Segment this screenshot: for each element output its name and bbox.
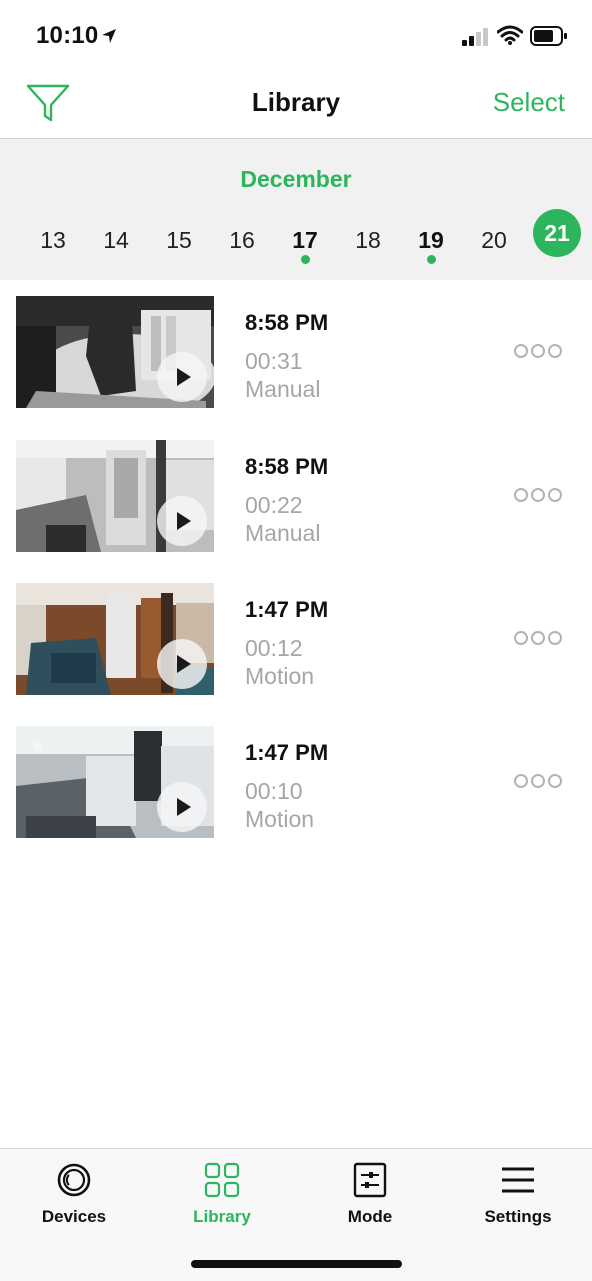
tab-devices[interactable]: Devices (0, 1149, 148, 1239)
clip-row[interactable]: 1:47 PM 00:12 Motion (0, 583, 592, 695)
status-bar: 10:10 (0, 0, 592, 72)
status-time: 10:10 (36, 22, 99, 49)
cellular-signal-icon (462, 28, 490, 51)
more-options-button[interactable] (514, 631, 564, 645)
play-icon (177, 798, 191, 816)
settings-menu-icon (499, 1161, 537, 1199)
tab-library[interactable]: Library (148, 1149, 296, 1239)
date-strip: December 13 14 15 16 17 18 19 20 21 (0, 139, 592, 280)
recording-indicator-dot (426, 255, 436, 264)
clip-duration: 00:10 (245, 778, 303, 804)
clip-row[interactable]: 8:58 PM 00:22 Manual (0, 440, 592, 552)
play-icon (177, 368, 191, 386)
clip-trigger-type: Motion (245, 663, 315, 689)
play-icon (177, 512, 191, 530)
devices-camera-icon (55, 1161, 93, 1199)
more-options-button[interactable] (514, 774, 564, 788)
clip-trigger-type: Motion (245, 806, 315, 832)
clip-thumbnail[interactable] (16, 583, 214, 695)
location-arrow-icon (100, 27, 118, 50)
clip-duration: 00:12 (245, 635, 303, 661)
clip-thumbnail[interactable] (16, 440, 214, 552)
day-18[interactable]: 18 (343, 215, 393, 265)
clip-time: 1:47 PM (245, 740, 329, 765)
play-button[interactable] (157, 782, 207, 832)
clip-duration: 00:31 (245, 348, 303, 374)
battery-icon (530, 26, 568, 51)
recording-indicator-dot (300, 255, 310, 264)
clip-row[interactable]: 1:47 PM 00:10 Motion (0, 726, 592, 838)
tab-devices-label: Devices (41, 1207, 107, 1226)
select-button[interactable]: Select (493, 87, 565, 118)
play-icon (177, 655, 191, 673)
mode-sliders-icon (351, 1161, 389, 1199)
wifi-icon (496, 25, 524, 50)
day-16[interactable]: 16 (217, 215, 267, 265)
filter-funnel-icon[interactable] (26, 82, 70, 126)
clip-trigger-type: Manual (245, 520, 321, 546)
day-21-selected[interactable]: 21 (533, 209, 581, 257)
more-options-button[interactable] (514, 344, 564, 358)
library-grid-icon (203, 1161, 241, 1199)
clip-time: 1:47 PM (245, 597, 329, 622)
play-button[interactable] (157, 496, 207, 546)
day-14[interactable]: 14 (91, 215, 141, 265)
clip-thumbnail[interactable] (16, 726, 214, 838)
clip-duration: 00:22 (245, 492, 303, 518)
home-indicator[interactable] (191, 1260, 402, 1268)
month-label: December (240, 166, 352, 192)
tab-mode[interactable]: Mode (296, 1149, 444, 1239)
clip-time: 8:58 PM (245, 454, 329, 479)
nav-bar: Library Select (0, 72, 592, 139)
tab-settings[interactable]: Settings (444, 1149, 592, 1239)
play-button[interactable] (157, 352, 207, 402)
clip-thumbnail[interactable] (16, 296, 214, 408)
clip-time: 8:58 PM (245, 310, 329, 335)
tab-library-label: Library (193, 1207, 251, 1226)
tab-settings-label: Settings (484, 1207, 552, 1226)
play-button[interactable] (157, 639, 207, 689)
day-20[interactable]: 20 (469, 215, 519, 265)
day-15[interactable]: 15 (154, 215, 204, 265)
tab-mode-label: Mode (347, 1207, 393, 1226)
day-13[interactable]: 13 (28, 215, 78, 265)
more-options-button[interactable] (514, 488, 564, 502)
tab-bar: Devices Library Mode Settings (0, 1148, 592, 1281)
clip-trigger-type: Manual (245, 376, 321, 402)
clip-row[interactable]: 8:58 PM 00:31 Manual (0, 296, 592, 408)
